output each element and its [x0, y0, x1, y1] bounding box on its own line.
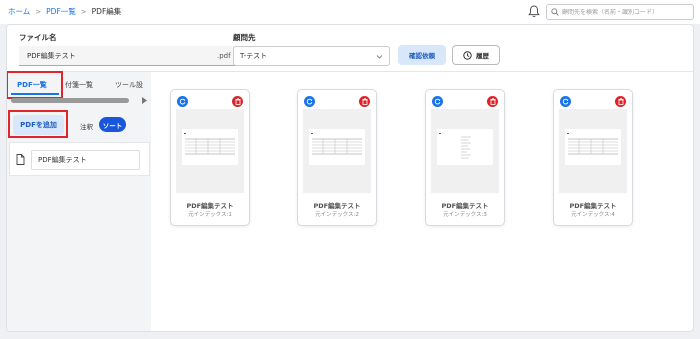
page-thumbnail	[303, 109, 371, 193]
page-preview	[565, 129, 621, 165]
chevron-down-icon	[376, 55, 383, 59]
breadcrumb-separator: >	[80, 7, 87, 16]
rotate-icon[interactable]	[560, 96, 571, 107]
bell-icon[interactable]	[528, 5, 540, 18]
clock-icon	[463, 50, 472, 60]
history-button-label: 履歴	[476, 52, 489, 60]
pdf-page-card[interactable]: PDF編集テスト 元インデックス:2	[297, 89, 377, 226]
add-pdf-button[interactable]: PDFを追加	[13, 115, 64, 135]
scrollbar-thumb[interactable]	[11, 98, 129, 103]
tab-scrollbar[interactable]	[11, 97, 148, 104]
editor-panel: ファイル名 .pdf 顧問先 T-テスト 確認依頼 履歴 PDF一覧 付箋一覧 …	[6, 24, 694, 332]
page-preview	[182, 129, 238, 165]
trash-icon[interactable]	[359, 96, 370, 107]
rotate-icon[interactable]	[304, 96, 315, 107]
file-list-item-name: PDF編集テスト	[31, 150, 140, 170]
trash-icon[interactable]	[487, 96, 498, 107]
file-icon	[16, 154, 25, 165]
page-thumbnail	[431, 109, 499, 193]
card-index: 元インデックス:3	[443, 212, 487, 218]
page-thumbnail	[559, 109, 627, 193]
pdf-page-card[interactable]: PDF編集テスト 元インデックス:1	[170, 89, 250, 226]
client-search[interactable]	[546, 4, 694, 20]
sort-button[interactable]: ソート	[99, 117, 126, 132]
trash-icon[interactable]	[232, 96, 243, 107]
breadcrumb-pdf-list[interactable]: PDF一覧	[46, 6, 76, 17]
card-index: 元インデックス:4	[571, 212, 615, 218]
card-index: 元インデックス:1	[188, 212, 232, 218]
breadcrumb: ホーム > PDF一覧 > PDF編集	[8, 6, 121, 17]
breadcrumb-separator: >	[35, 7, 42, 16]
card-title: PDF編集テスト	[441, 202, 489, 210]
page-preview	[437, 129, 493, 165]
card-title: PDF編集テスト	[569, 202, 617, 210]
breadcrumb-current: PDF編集	[91, 7, 122, 16]
file-name-input[interactable]	[27, 51, 187, 60]
top-bar: ホーム > PDF一覧 > PDF編集	[0, 0, 700, 24]
pdf-sidebar: PDF一覧 付箋一覧 ツール設 PDFを追加 注釈 ソート PDF編集テスト	[7, 71, 151, 331]
file-name-label: ファイル名	[19, 33, 57, 42]
page-preview	[309, 129, 365, 165]
rotate-icon[interactable]	[432, 96, 443, 107]
search-icon	[551, 8, 559, 16]
client-select[interactable]: T-テスト	[233, 46, 390, 66]
breadcrumb-home[interactable]: ホーム	[8, 6, 30, 17]
client-select-value: T-テスト	[240, 52, 268, 60]
page-thumbnail	[176, 109, 244, 193]
confirm-request-button[interactable]: 確認依頼	[398, 45, 446, 65]
tab-sticky-notes[interactable]: 付箋一覧	[65, 80, 93, 90]
pdf-page-card[interactable]: PDF編集テスト 元インデックス:3	[425, 89, 505, 226]
file-name-field[interactable]	[19, 46, 219, 66]
card-index: 元インデックス:2	[315, 212, 359, 218]
card-title: PDF編集テスト	[313, 202, 361, 210]
card-title: PDF編集テスト	[186, 202, 234, 210]
history-button[interactable]: 履歴	[452, 45, 500, 65]
note-toggle[interactable]: 注釈	[80, 121, 93, 131]
trash-icon[interactable]	[615, 96, 626, 107]
client-label: 顧問先	[233, 33, 256, 42]
search-input[interactable]	[562, 8, 692, 16]
pdf-page-card[interactable]: PDF編集テスト 元インデックス:4	[553, 89, 633, 226]
highlight-box	[7, 71, 63, 99]
scroll-right-icon[interactable]	[141, 97, 148, 104]
rotate-icon[interactable]	[177, 96, 188, 107]
file-list-item[interactable]: PDF編集テスト	[9, 142, 150, 176]
tab-tool-settings[interactable]: ツール設	[115, 80, 143, 90]
